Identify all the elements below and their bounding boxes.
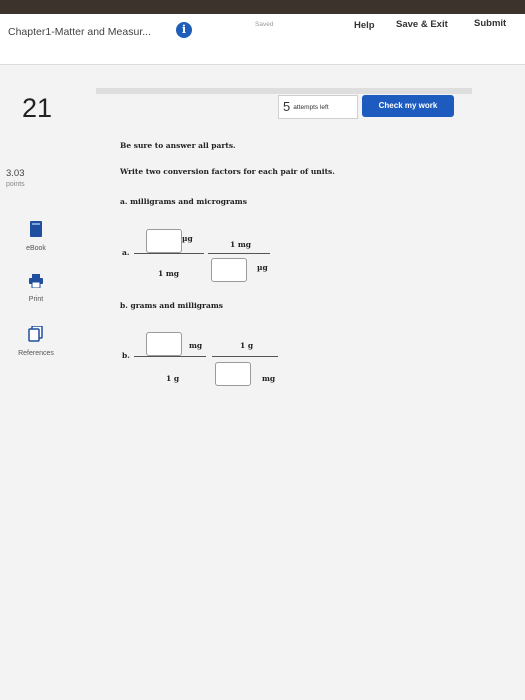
points-label: points: [6, 181, 25, 188]
part-b-factor2-numerator: 1 g: [240, 341, 254, 350]
references-tool[interactable]: References: [0, 325, 72, 357]
part-a-fraction1-bar: [134, 253, 204, 254]
part-b-fraction2-bar: [212, 356, 278, 357]
part-b-letter: b.: [122, 351, 130, 360]
info-icon[interactable]: i: [176, 22, 192, 38]
part-b-factor1-numerator-input[interactable]: [146, 332, 182, 356]
part-a-factor1-numerator-input[interactable]: [146, 229, 182, 253]
instruction-text: Write two conversion factors for each pa…: [120, 167, 335, 176]
part-a-factor1-denominator: 1 mg: [158, 269, 180, 278]
printer-icon: [29, 274, 43, 289]
part-b-fraction1-bar: [134, 356, 206, 357]
saved-status: Saved: [255, 21, 274, 28]
ebook-label: eBook: [26, 245, 46, 252]
references-icon: [28, 325, 43, 342]
help-button[interactable]: Help: [354, 20, 375, 31]
part-b-factor1-denominator: 1 g: [166, 374, 180, 383]
part-a-fraction2-bar: [208, 253, 270, 254]
part-b-unit-mg-1: mg: [189, 341, 203, 350]
question-top-bar: [96, 88, 472, 94]
points-value: 3.03: [6, 168, 25, 179]
attempts-left: 5 attempts left: [278, 95, 358, 119]
part-a-letter: a.: [122, 248, 130, 257]
submit-button[interactable]: Submit: [474, 18, 506, 29]
part-a-title: a. milligrams and micrograms: [120, 197, 247, 206]
part-a-factor2-numerator: 1 mg: [230, 240, 252, 249]
attempts-count: 5: [283, 99, 291, 114]
question-number: 21: [22, 93, 53, 123]
attempts-label: attempts left: [293, 104, 329, 111]
check-my-work-button[interactable]: Check my work: [362, 95, 454, 117]
intro-text: Be sure to answer all parts.: [120, 141, 236, 150]
part-b-title: b. grams and milligrams: [120, 301, 224, 310]
print-label: Print: [28, 296, 44, 303]
part-a-factor2-denominator-input[interactable]: [211, 258, 247, 282]
part-b-unit-mg-2: mg: [262, 374, 276, 383]
book-icon: [30, 221, 42, 237]
ebook-tool[interactable]: eBook: [0, 221, 72, 252]
part-b-factor2-denominator-input[interactable]: [215, 362, 251, 386]
assignment-title[interactable]: Chapter1-Matter and Measur...: [8, 26, 151, 38]
top-status-bar: [0, 0, 525, 14]
part-a-unit-mu-1: µg: [182, 234, 193, 243]
part-a-unit-mu-2: µg: [257, 263, 268, 272]
print-tool[interactable]: Print: [0, 274, 72, 303]
save-exit-button[interactable]: Save & Exit: [396, 19, 448, 30]
references-label: References: [18, 350, 54, 357]
